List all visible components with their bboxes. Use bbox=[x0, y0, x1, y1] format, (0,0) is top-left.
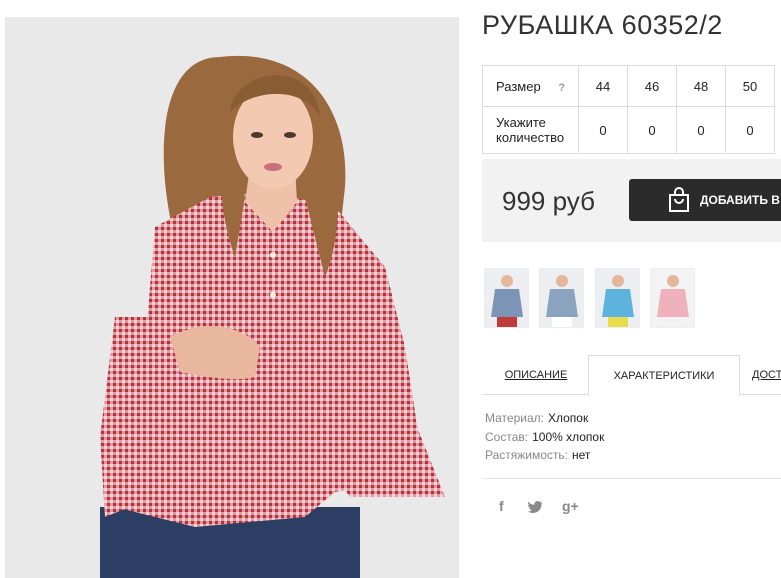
characteristic-key: Состав: bbox=[485, 430, 529, 444]
characteristic-value: нет bbox=[572, 448, 591, 462]
characteristic-value: 100% хлопок bbox=[532, 430, 605, 444]
shopping-bag-icon bbox=[667, 187, 691, 213]
google-plus-icon[interactable]: g+ bbox=[562, 498, 579, 514]
size-50: 50 bbox=[725, 65, 775, 107]
share-divider bbox=[482, 478, 781, 479]
thumbnail-3[interactable] bbox=[595, 268, 640, 328]
quantity-input-48[interactable]: 0 bbox=[676, 106, 726, 154]
thumbnail-2[interactable] bbox=[539, 268, 584, 328]
thumbnail-1[interactable] bbox=[484, 268, 529, 328]
quantity-row: Укажите количество 0 0 0 0 bbox=[482, 106, 775, 154]
add-to-order-button[interactable]: ДОБАВИТЬ В ЗАКАЗ bbox=[629, 179, 781, 221]
add-to-order-label: ДОБАВИТЬ В ЗАКАЗ bbox=[700, 193, 781, 207]
size-label: Размер bbox=[496, 78, 541, 94]
size-44: 44 bbox=[578, 65, 628, 107]
characteristic-composition: Состав: 100% хлопок bbox=[485, 430, 604, 444]
size-table: Размер ? 44 46 48 50 Укажите количество … bbox=[482, 65, 775, 154]
product-title: РУБАШКА 60352/2 bbox=[482, 10, 723, 40]
quantity-input-44[interactable]: 0 bbox=[578, 106, 628, 154]
characteristic-material: Материал: Хлопок bbox=[485, 411, 588, 425]
characteristic-stretch: Растяжимость: нет bbox=[485, 448, 590, 462]
price: 999 руб bbox=[502, 186, 595, 216]
tab-characteristics[interactable]: ХАРАКТЕРИСТИКИ bbox=[588, 355, 740, 396]
size-48: 48 bbox=[676, 65, 726, 107]
quantity-input-46[interactable]: 0 bbox=[627, 106, 677, 154]
characteristic-value: Хлопок bbox=[547, 411, 589, 425]
facebook-icon[interactable]: f bbox=[499, 498, 504, 514]
size-46: 46 bbox=[627, 65, 677, 107]
size-row: Размер ? 44 46 48 50 bbox=[482, 65, 775, 107]
thumbnail-4[interactable] bbox=[650, 268, 695, 328]
characteristic-key: Материал: bbox=[485, 411, 544, 425]
size-label-cell: Размер ? bbox=[482, 65, 579, 107]
size-help-icon[interactable]: ? bbox=[558, 82, 565, 94]
tab-description[interactable]: ОПИСАНИЕ bbox=[482, 355, 590, 395]
price-panel: 999 руб ДОБАВИТЬ В ЗАКАЗ bbox=[482, 159, 781, 242]
quantity-label: Укажите количество bbox=[482, 106, 579, 154]
product-main-photo[interactable] bbox=[5, 17, 459, 578]
characteristic-key: Растяжимость: bbox=[485, 448, 569, 462]
twitter-icon[interactable] bbox=[527, 500, 542, 516]
quantity-input-50[interactable]: 0 bbox=[725, 106, 775, 154]
tab-delivery[interactable]: ДОСТАВКА bbox=[752, 355, 781, 395]
